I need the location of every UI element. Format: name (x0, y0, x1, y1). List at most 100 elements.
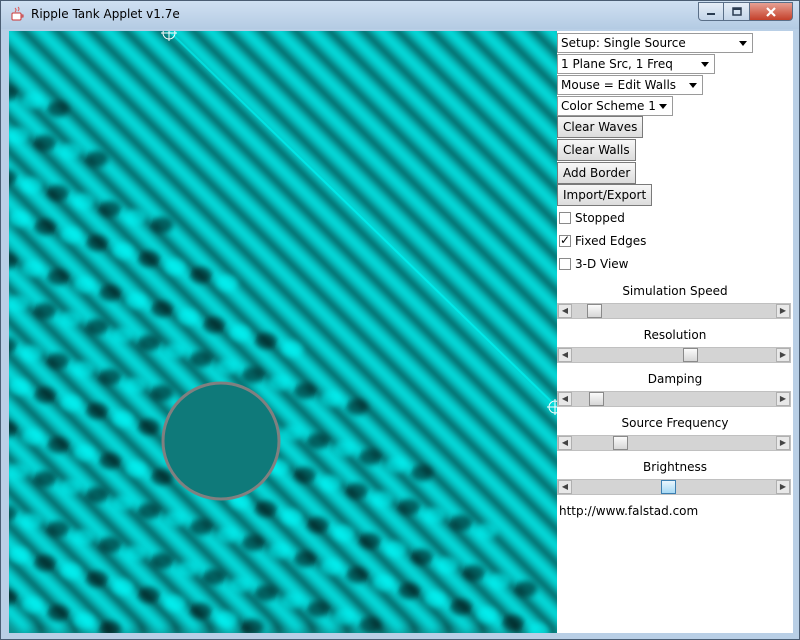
interference-spot (424, 507, 446, 523)
interference-spot (190, 519, 212, 535)
scroll-left-icon[interactable]: ◀ (558, 436, 572, 450)
mouse-mode-select[interactable]: Mouse = Edit Walls (557, 75, 703, 95)
close-button[interactable] (750, 2, 793, 21)
maximize-button[interactable] (724, 2, 750, 21)
checkbox-box[interactable] (559, 258, 571, 270)
interference-spot (60, 563, 82, 579)
damping-slider[interactable]: ◀ ▶ (557, 391, 791, 407)
add-border-button[interactable]: Add Border (557, 162, 637, 184)
interference-spot (151, 469, 173, 485)
interference-spot (9, 379, 30, 395)
interference-spot (112, 495, 134, 511)
interference-spot (21, 597, 43, 613)
interference-spot (21, 429, 43, 445)
interference-spot (359, 617, 381, 633)
import-export-button[interactable]: Import/Export (557, 184, 653, 206)
scroll-right-icon[interactable]: ▶ (776, 480, 790, 494)
interference-spot (385, 457, 407, 473)
control-panel: Setup: Single Source 1 Plane Src, 1 Freq… (557, 31, 793, 633)
scroll-left-icon[interactable]: ◀ (558, 480, 572, 494)
chevron-down-icon (689, 83, 697, 88)
color-scheme-select[interactable]: Color Scheme 1 (557, 96, 673, 116)
brightness-slider[interactable]: ◀ ▶ (557, 479, 791, 495)
interference-spot (151, 385, 173, 401)
simulation-speed-label: Simulation Speed (622, 284, 728, 298)
interference-spot (411, 465, 433, 481)
interference-spot (515, 581, 537, 597)
slider-thumb[interactable] (587, 304, 602, 318)
scroll-left-icon[interactable]: ◀ (558, 304, 572, 318)
interference-spot (73, 529, 95, 545)
interference-spot (73, 361, 95, 377)
checkbox-box[interactable] (559, 233, 571, 247)
interference-spot (138, 335, 160, 351)
interference-spot (320, 475, 342, 491)
title-bar[interactable]: Ripple Tank Applet v1.7e (1, 1, 799, 29)
interference-spot (99, 453, 121, 469)
wave-field[interactable] (9, 31, 557, 633)
interference-spot (294, 551, 316, 567)
clear-waves-button[interactable]: Clear Waves (557, 116, 644, 138)
interference-spot (138, 587, 160, 603)
3d-view-checkbox[interactable]: 3-D View (559, 256, 629, 272)
interference-spot (34, 471, 56, 487)
interference-spot (489, 573, 511, 589)
stopped-checkbox[interactable]: Stopped (559, 210, 625, 226)
interference-spot (294, 383, 316, 399)
interference-spot (151, 553, 173, 569)
interference-spot (385, 541, 407, 557)
interference-spot (411, 549, 433, 565)
minimize-button[interactable] (698, 2, 724, 21)
ripple-tank-canvas[interactable] (9, 31, 557, 633)
circular-wall[interactable] (161, 381, 281, 501)
scroll-right-icon[interactable]: ▶ (776, 348, 790, 362)
interference-spot (9, 547, 30, 563)
fixed-edges-checkbox[interactable]: Fixed Edges (559, 233, 646, 249)
interference-spot (86, 151, 108, 167)
interference-spot (47, 605, 69, 621)
simulation-speed-slider[interactable]: ◀ ▶ (557, 303, 791, 319)
app-window: Ripple Tank Applet v1.7e Setup: Single S… (0, 0, 800, 640)
interference-spot (151, 301, 173, 317)
clear-walls-button[interactable]: Clear Walls (557, 139, 636, 161)
interference-spot (73, 445, 95, 461)
interference-spot (47, 101, 69, 117)
slider-thumb[interactable] (613, 436, 628, 450)
scroll-right-icon[interactable]: ▶ (776, 304, 790, 318)
interference-spot (372, 491, 394, 507)
interference-spot (437, 557, 459, 573)
interference-spot (216, 527, 238, 543)
chevron-down-icon (659, 104, 667, 109)
scroll-right-icon[interactable]: ▶ (776, 436, 790, 450)
checkbox-box[interactable] (559, 212, 571, 224)
interference-spot (9, 463, 30, 479)
interference-spot (346, 567, 368, 583)
interference-spot (60, 143, 82, 159)
website-link[interactable]: http://www.falstad.com (559, 504, 698, 518)
interference-spot (190, 351, 212, 367)
interference-spot (9, 127, 30, 143)
interference-spot (333, 441, 355, 457)
interference-spot (21, 261, 43, 277)
resolution-slider[interactable]: ◀ ▶ (557, 347, 791, 363)
interference-spot (255, 333, 277, 349)
scroll-left-icon[interactable]: ◀ (558, 392, 572, 406)
interference-spot (242, 367, 264, 383)
slider-thumb[interactable] (589, 392, 604, 406)
setup-select[interactable]: Setup: Single Source (557, 33, 753, 53)
window-title: Ripple Tank Applet v1.7e (31, 7, 180, 21)
interference-spot (372, 575, 394, 591)
slider-thumb[interactable] (683, 348, 698, 362)
interference-spot (294, 467, 316, 483)
slider-thumb[interactable] (661, 480, 676, 494)
source-select[interactable]: 1 Plane Src, 1 Freq (557, 54, 715, 74)
interference-spot (99, 369, 121, 385)
interference-spot (320, 559, 342, 575)
interference-spot (229, 577, 251, 593)
3d-view-label: 3-D View (575, 257, 629, 271)
scroll-left-icon[interactable]: ◀ (558, 348, 572, 362)
scroll-right-icon[interactable]: ▶ (776, 392, 790, 406)
source-frequency-slider[interactable]: ◀ ▶ (557, 435, 791, 451)
close-icon (766, 6, 776, 17)
stopped-label: Stopped (575, 211, 625, 225)
